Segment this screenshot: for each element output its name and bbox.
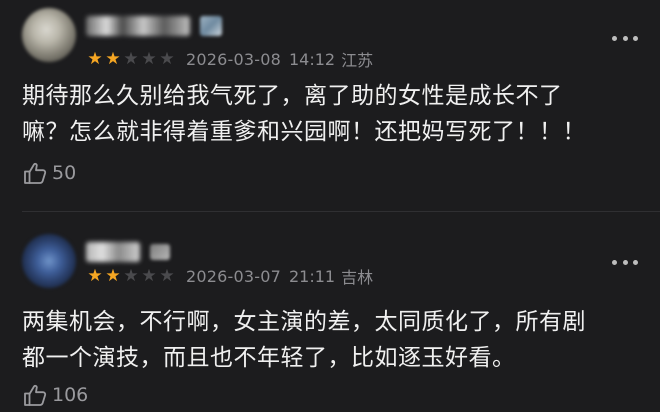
star-filled-icon: ★ — [105, 265, 121, 286]
star-empty-icon: ★ — [141, 265, 157, 286]
comment-time: 14:12 — [288, 49, 336, 69]
star-empty-icon: ★ — [159, 265, 175, 286]
comment-time: 21:11 — [288, 266, 336, 286]
comment-text-line: 都一个演技，而且也不年轻了，比如逐玉好看。 — [22, 345, 516, 371]
like-button[interactable]: 50 — [22, 160, 76, 186]
comment-item: ★ ★ ★ ★ ★ 2026-03-07 21:11 吉林 两集机会，不行啊，女… — [0, 212, 660, 412]
star-empty-icon: ★ — [159, 48, 175, 69]
comment-date: 2026-03-07 — [186, 266, 281, 286]
star-empty-icon: ★ — [123, 48, 139, 69]
comment-text: 两集机会，不行啊，女主演的差，太同质化了，所有剧 都一个演技，而且也不年轻了，比… — [22, 304, 638, 376]
star-empty-icon: ★ — [123, 265, 139, 286]
comment-text: 期待那么久别给我气死了，离了助的女性是成长不了 嘛？怎么就非得着重爹和兴园啊！还… — [22, 78, 638, 150]
thumbs-up-icon — [24, 162, 47, 184]
comment-item: ★ ★ ★ ★ ★ 2026-03-08 14:12 江苏 期待那么久别给我气死… — [0, 0, 660, 211]
comment-text-line: 两集机会，不行啊，女主演的差，太同质化了，所有剧 — [22, 309, 586, 335]
username-blurred[interactable] — [86, 242, 140, 262]
username-blurred[interactable] — [86, 16, 190, 36]
comment-location: 江苏 — [341, 51, 374, 70]
avatar[interactable] — [22, 8, 76, 62]
thumbs-up-icon — [24, 384, 47, 406]
comment-date: 2026-03-08 — [186, 49, 281, 69]
star-filled-icon: ★ — [87, 48, 103, 69]
user-badge-icon — [150, 244, 170, 260]
star-filled-icon: ★ — [87, 265, 103, 286]
more-dots-icon[interactable] — [612, 33, 638, 43]
rating-stars: ★ ★ ★ ★ ★ — [86, 48, 176, 69]
comment-text-line: 期待那么久别给我气死了，离了助的女性是成长不了 — [22, 83, 563, 109]
comment-meta: ★ ★ ★ ★ ★ 2026-03-08 14:12 江苏 — [86, 48, 374, 71]
rating-stars: ★ ★ ★ ★ ★ — [86, 265, 176, 286]
like-count: 50 — [52, 162, 77, 184]
comment-location: 吉林 — [341, 268, 374, 287]
comment-meta: ★ ★ ★ ★ ★ 2026-03-07 21:11 吉林 — [86, 265, 374, 288]
like-button[interactable]: 106 — [22, 382, 88, 408]
avatar[interactable] — [22, 234, 76, 288]
more-dots-icon[interactable] — [612, 257, 638, 267]
comment-list: ★ ★ ★ ★ ★ 2026-03-08 14:12 江苏 期待那么久别给我气死… — [0, 0, 660, 412]
user-badge-icon — [200, 16, 222, 36]
star-empty-icon: ★ — [141, 48, 157, 69]
like-count: 106 — [52, 384, 89, 406]
comment-text-line: 嘛？怎么就非得着重爹和兴园啊！还把妈写死了！！！ — [22, 119, 586, 145]
star-filled-icon: ★ — [105, 48, 121, 69]
